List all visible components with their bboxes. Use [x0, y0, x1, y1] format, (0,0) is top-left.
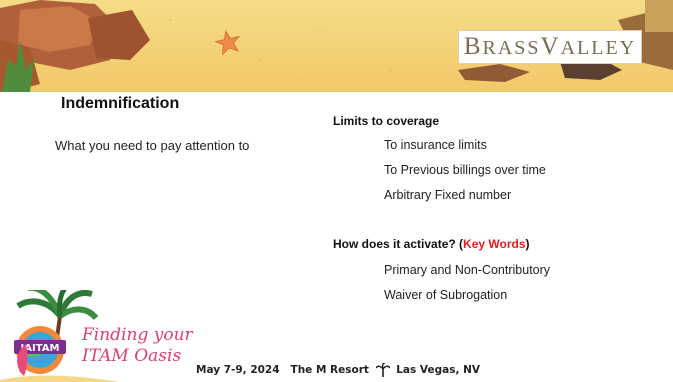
list-item: To insurance limits — [384, 138, 487, 152]
event-info: May 7-9, 2024 The M Resort Las Vegas, NV — [196, 363, 480, 377]
logo-letter: V — [540, 33, 561, 60]
event-venue: The M Resort — [290, 364, 369, 376]
slide: BRASSVALLEY Indemnification What you nee… — [0, 0, 673, 382]
logo-word-brass: RASS — [482, 37, 541, 59]
key-words-highlight: Key Words — [463, 237, 526, 251]
brass-valley-logo: BRASSVALLEY — [458, 30, 642, 64]
list-item: Arbitrary Fixed number — [384, 188, 512, 202]
section-heading-limits: Limits to coverage — [333, 114, 440, 128]
event-date: May 7-9, 2024 — [196, 364, 280, 376]
palm-tree-icon — [375, 363, 390, 377]
list-item: To Previous billings over time — [384, 163, 546, 177]
slide-subtitle: What you need to pay attention to — [55, 138, 250, 153]
oasis-tagline-line1: Finding your — [82, 325, 193, 345]
event-city: Las Vegas, NV — [396, 364, 480, 376]
section-heading-activation: How does it activate? (Key Words) — [333, 237, 530, 251]
list-item: Primary and Non-Contributory — [384, 263, 551, 277]
logo-letter: B — [463, 33, 483, 60]
slide-title: Indemnification — [61, 95, 180, 112]
logo-word-valley: ALLEY — [560, 37, 637, 59]
heading-prefix: How does it activate? ( — [333, 237, 464, 251]
oasis-tagline-line2: ITAM Oasis — [82, 346, 182, 366]
heading-suffix: ) — [525, 237, 530, 251]
